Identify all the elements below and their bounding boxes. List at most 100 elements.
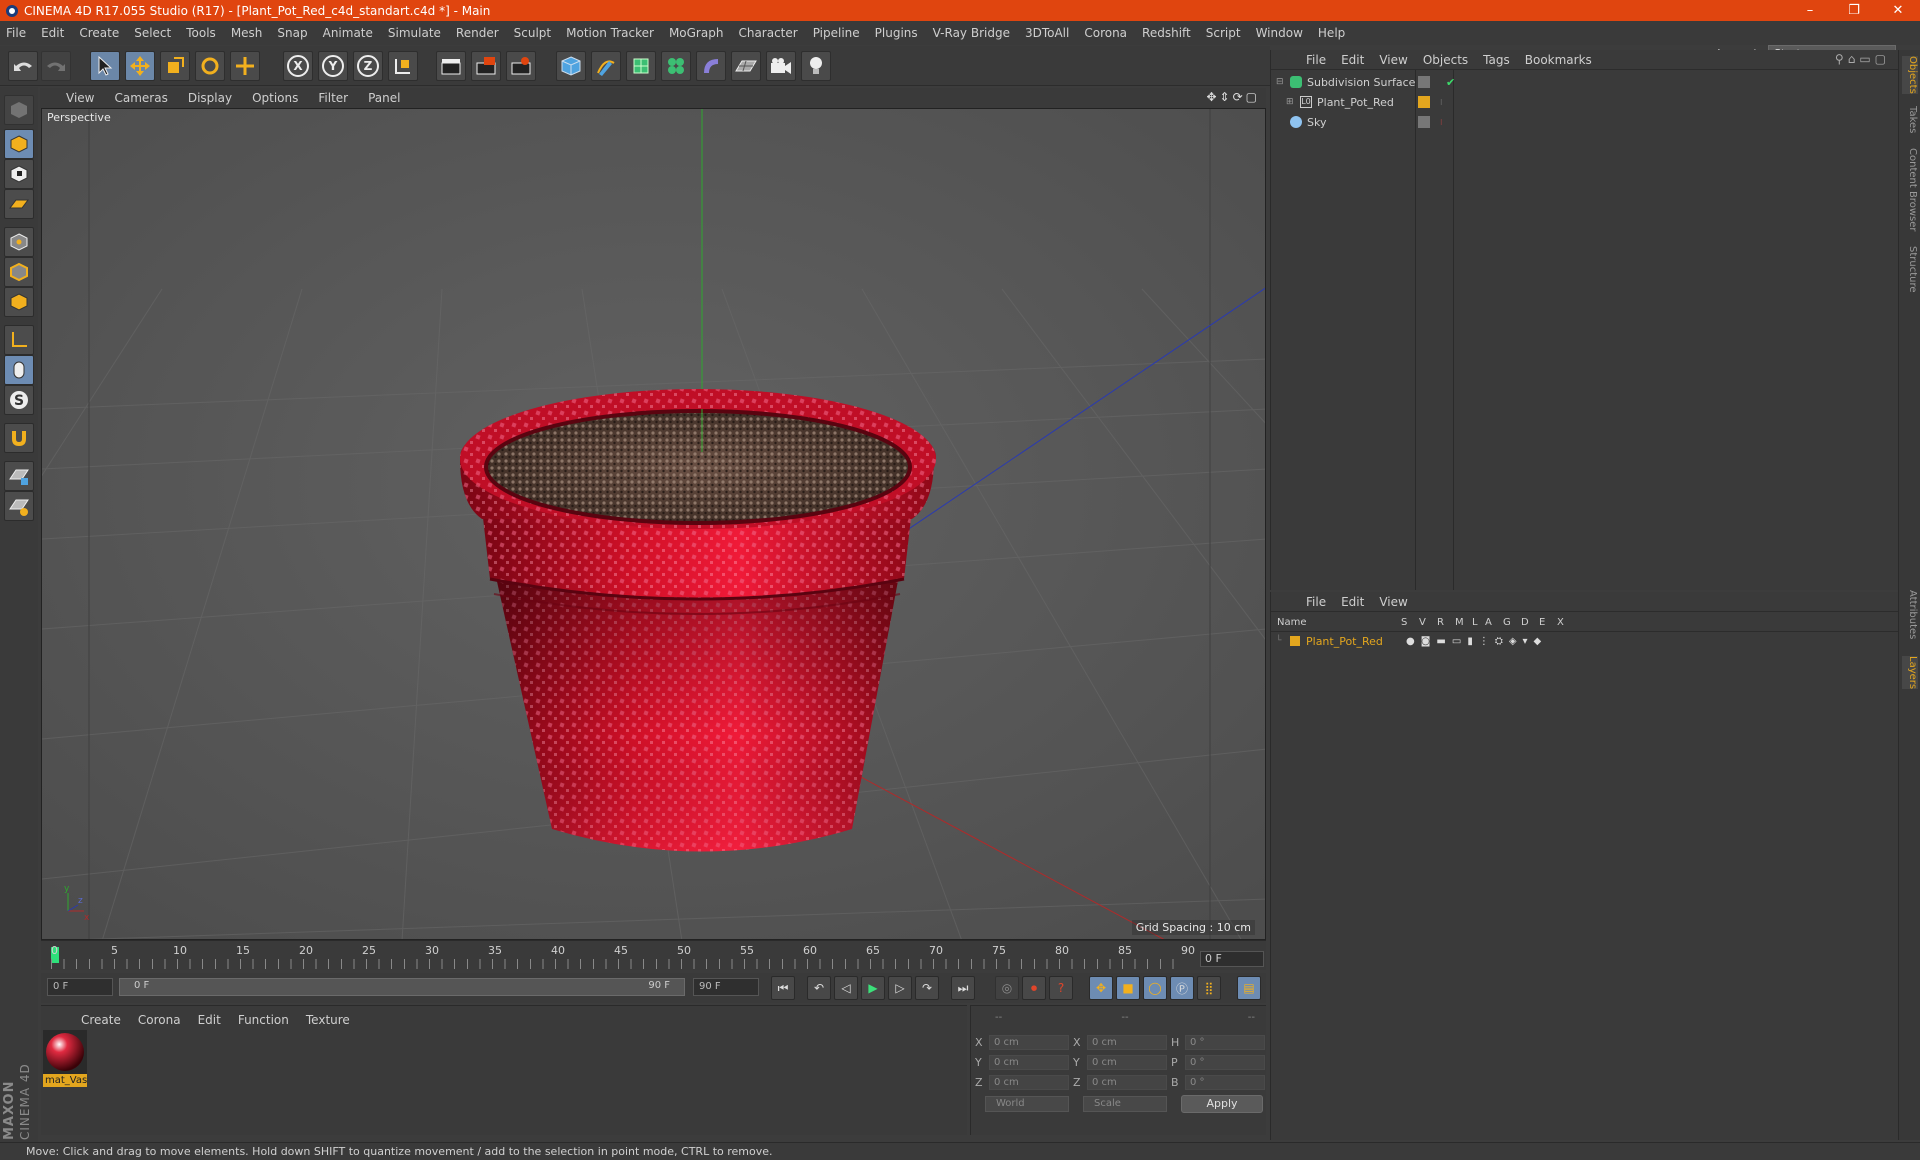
floor-button[interactable] xyxy=(731,51,761,81)
end-frame-field[interactable]: 90 F xyxy=(693,978,759,996)
deformer-button[interactable] xyxy=(696,51,726,81)
edit-toggle-icon[interactable] xyxy=(1418,116,1430,128)
next-key-button[interactable]: ↷ xyxy=(915,976,939,1000)
keyframe-selection-button[interactable]: ? xyxy=(1049,976,1073,1000)
record-keys-button[interactable]: ◎ xyxy=(995,976,1019,1000)
menu-edit[interactable]: Edit xyxy=(41,26,64,40)
start-frame-field[interactable]: 0 F xyxy=(47,978,113,996)
menu-vray-bridge[interactable]: V-Ray Bridge xyxy=(933,26,1010,40)
material-swatch[interactable]: mat_Vas xyxy=(43,1030,87,1088)
menu-help[interactable]: Help xyxy=(1318,26,1345,40)
visibility-dots-icon[interactable]: ⁝ xyxy=(1440,118,1443,127)
menu-animate[interactable]: Animate xyxy=(323,26,373,40)
layer-row-plant-pot[interactable]: └ Plant_Pot_Red ●◙▬▭▮⋮⛭◈▾◆ xyxy=(1276,634,1896,648)
size-y-field[interactable]: 0 cm xyxy=(1087,1054,1167,1070)
collapse-icon[interactable]: ⊟ xyxy=(1276,77,1286,87)
menu-create[interactable]: Create xyxy=(79,26,119,40)
rotate-tool[interactable] xyxy=(195,51,225,81)
menu-redshift[interactable]: Redshift xyxy=(1142,26,1191,40)
size-mode-dropdown[interactable]: Scale xyxy=(1083,1096,1167,1112)
key-rotation-toggle[interactable]: ◯ xyxy=(1143,976,1167,1000)
close-button[interactable]: ✕ xyxy=(1876,0,1920,21)
tab-attributes[interactable]: Attributes xyxy=(1902,590,1918,639)
rot-b-field[interactable]: 0 ° xyxy=(1185,1074,1265,1090)
layer-toggle-icons[interactable]: ●◙▬▭▮⋮⛭◈▾◆ xyxy=(1406,636,1547,647)
current-frame-field[interactable]: 0 F xyxy=(1200,951,1264,967)
axis-z-toggle[interactable]: Z xyxy=(353,51,383,81)
tab-objects[interactable]: Objects xyxy=(1902,56,1918,94)
menu-file[interactable]: File xyxy=(6,26,26,40)
pos-z-field[interactable]: 0 cm xyxy=(989,1074,1069,1090)
menu-pipeline[interactable]: Pipeline xyxy=(813,26,860,40)
render-region-button[interactable] xyxy=(471,51,501,81)
subdivision-button[interactable] xyxy=(626,51,656,81)
visibility-dots-icon[interactable]: ⁝ xyxy=(1440,98,1443,107)
tab-layers[interactable]: Layers xyxy=(1902,656,1918,690)
object-manager-tools[interactable]: ⚲⌂▭▢ xyxy=(1835,52,1890,66)
menu-sculpt[interactable]: Sculpt xyxy=(514,26,551,40)
object-row-sky[interactable]: Sky ⁝ xyxy=(1276,113,1896,131)
viewport-menu-cameras[interactable]: Cameras xyxy=(114,91,167,105)
key-position-toggle[interactable]: ✥ xyxy=(1089,976,1113,1000)
tab-structure[interactable]: Structure xyxy=(1902,246,1918,293)
previous-key-button[interactable]: ↶ xyxy=(807,976,831,1000)
maximize-button[interactable]: ❐ xyxy=(1832,0,1876,21)
axis-y-toggle[interactable]: Y xyxy=(318,51,348,81)
points-mode-button[interactable] xyxy=(4,227,34,257)
menu-mograph[interactable]: MoGraph xyxy=(669,26,724,40)
viewport-menu-options[interactable]: Options xyxy=(252,91,298,105)
checkmark-icon[interactable]: ✔ xyxy=(1446,76,1455,89)
workplane-lock-button[interactable] xyxy=(4,461,34,491)
polygons-mode-button[interactable] xyxy=(4,287,34,317)
size-x-field[interactable]: 0 cm xyxy=(1087,1034,1167,1050)
objects-menu-edit[interactable]: Edit xyxy=(1341,53,1364,67)
minimize-button[interactable]: – xyxy=(1788,0,1832,21)
render-view-button[interactable] xyxy=(436,51,466,81)
viewport-menu-display[interactable]: Display xyxy=(188,91,232,105)
size-z-field[interactable]: 0 cm xyxy=(1087,1074,1167,1090)
material-menu-corona[interactable]: Corona xyxy=(138,1013,181,1027)
menu-render[interactable]: Render xyxy=(456,26,499,40)
viewport-perspective[interactable]: y x z Perspective Grid Spacing : 10 cm xyxy=(41,108,1266,940)
viewport-menu-view[interactable]: View xyxy=(66,91,94,105)
tab-takes[interactable]: Takes xyxy=(1902,106,1918,133)
live-selection-tool[interactable] xyxy=(90,51,120,81)
key-scale-toggle[interactable]: ■ xyxy=(1116,976,1140,1000)
goto-end-button[interactable]: ⏭ xyxy=(951,976,975,1000)
coordinate-system-button[interactable] xyxy=(388,51,418,81)
menu-tools[interactable]: Tools xyxy=(186,26,216,40)
apply-button[interactable]: Apply xyxy=(1181,1095,1263,1113)
material-menu-function[interactable]: Function xyxy=(238,1013,289,1027)
model-mode-button[interactable] xyxy=(4,129,34,159)
previous-frame-button[interactable]: ◁ xyxy=(834,976,858,1000)
texture-mode-button[interactable] xyxy=(4,159,34,189)
rot-p-field[interactable]: 0 ° xyxy=(1185,1054,1265,1070)
objects-menu-tags[interactable]: Tags xyxy=(1483,53,1510,67)
key-parameter-toggle[interactable]: Ⓟ xyxy=(1170,976,1194,1000)
magnet-button[interactable] xyxy=(4,423,34,453)
tab-content-browser[interactable]: Content Browser xyxy=(1902,148,1918,231)
next-frame-button[interactable]: ▷ xyxy=(888,976,912,1000)
expand-icon[interactable]: ⊞ xyxy=(1286,97,1296,107)
frame-range-slider[interactable]: 0 F 90 F xyxy=(119,978,685,996)
edges-mode-button[interactable] xyxy=(4,257,34,287)
cube-object-button[interactable] xyxy=(556,51,586,81)
timeline-window-button[interactable]: ▤ xyxy=(1237,976,1261,1000)
undo-button[interactable] xyxy=(8,51,38,81)
camera-button[interactable] xyxy=(766,51,796,81)
menu-plugins[interactable]: Plugins xyxy=(875,26,918,40)
goto-start-button[interactable]: ⏮ xyxy=(771,976,795,1000)
edit-toggle-icon[interactable] xyxy=(1418,76,1430,88)
viewport-nav-icons[interactable]: ✥⇕⟳▢ xyxy=(1206,90,1260,104)
timeline-ruler[interactable]: 0 5 10 15 20 25 30 35 40 45 50 55 60 65 … xyxy=(41,940,1266,970)
rot-h-field[interactable]: 0 ° xyxy=(1185,1034,1265,1050)
viewport-menu-filter[interactable]: Filter xyxy=(318,91,348,105)
menu-motion-tracker[interactable]: Motion Tracker xyxy=(566,26,654,40)
viewport-menu-panel[interactable]: Panel xyxy=(368,91,400,105)
layers-menu-edit[interactable]: Edit xyxy=(1341,595,1364,609)
objects-menu-view[interactable]: View xyxy=(1379,53,1407,67)
key-pla-toggle[interactable]: ⣿ xyxy=(1197,976,1221,1000)
objects-menu-bookmarks[interactable]: Bookmarks xyxy=(1525,53,1592,67)
autokey-button[interactable]: ⏺ xyxy=(1022,976,1046,1000)
scale-tool[interactable] xyxy=(160,51,190,81)
